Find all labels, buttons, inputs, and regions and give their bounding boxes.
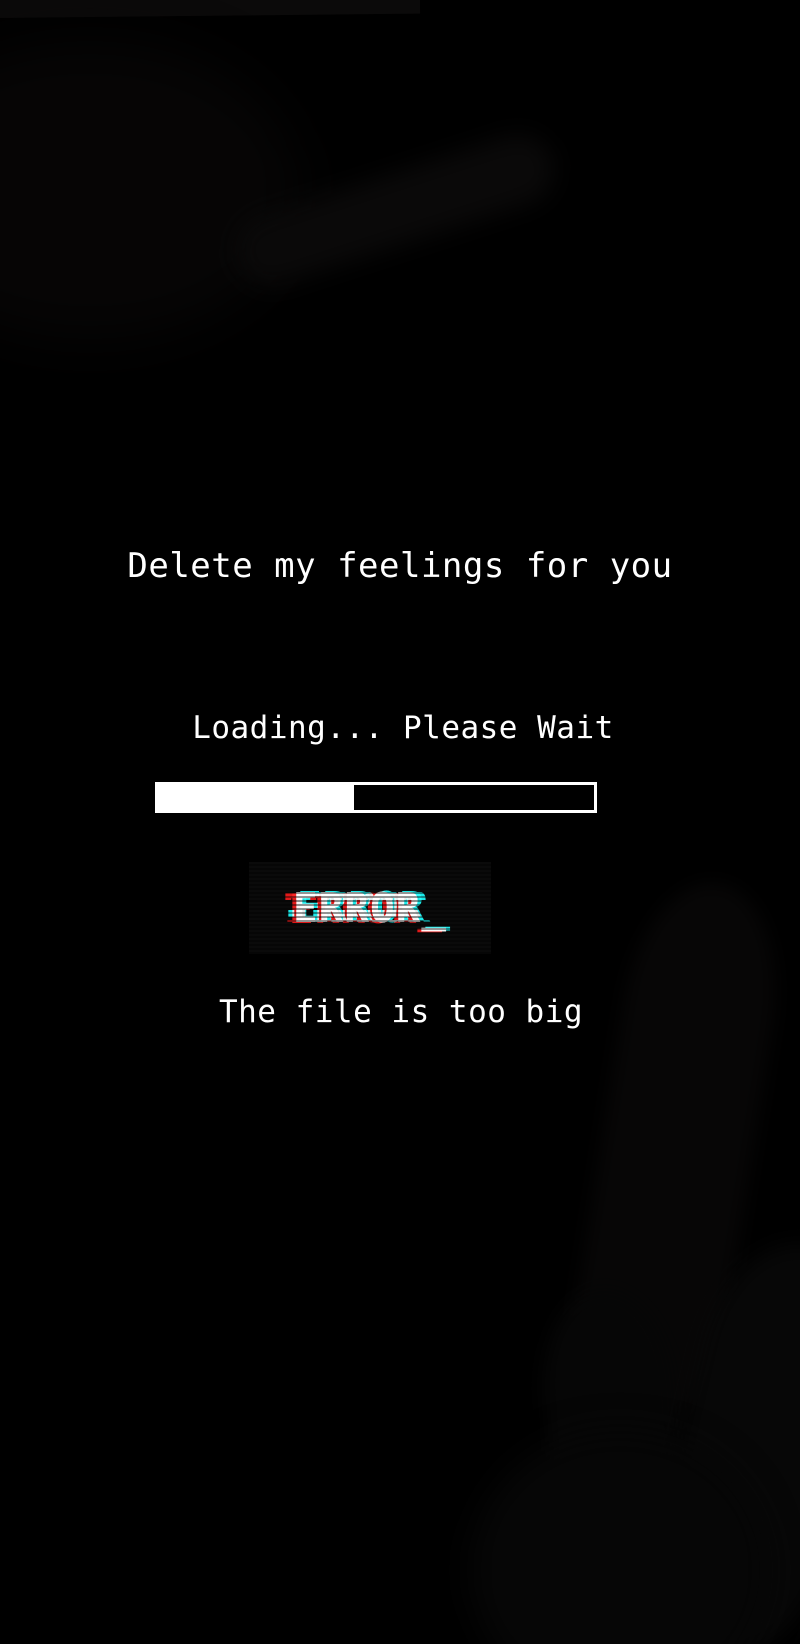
error-text-white-channel: ERROR_ — [292, 884, 448, 932]
progress-bar — [155, 782, 597, 813]
footer-message-text: The file is too big — [218, 994, 584, 1030]
progress-bar-fill — [158, 785, 355, 810]
wallpaper-canvas: Delete my feelings for you Loading... Pl… — [0, 0, 800, 1644]
content-column: Delete my feelings for you Loading... Pl… — [0, 0, 800, 1644]
error-glitch-box: ERROR_ ERROR_ ERROR_ ERROR_ ERROR_ ERROR… — [249, 862, 491, 954]
headline-text: Delete my feelings for you — [127, 546, 673, 586]
loading-status-text: Loading... Please Wait — [192, 710, 614, 746]
error-chromatic-stack: ERROR_ ERROR_ ERROR_ — [249, 862, 491, 954]
